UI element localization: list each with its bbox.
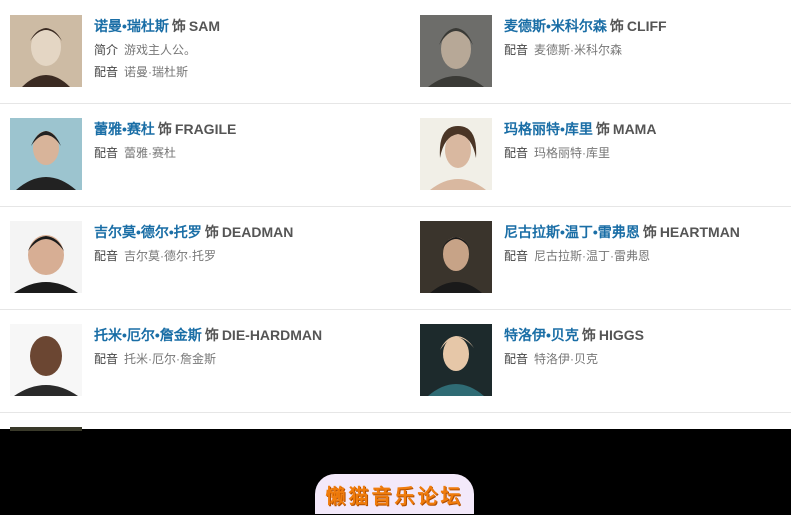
forum-logo[interactable]: 懒猫音乐论坛 xyxy=(315,474,474,514)
cast-card[interactable]: 吉尔莫•德尔•托罗饰 DEADMAN 配音 吉尔莫·德尔·托罗 xyxy=(10,206,390,309)
cast-info: 蕾雅•赛杜饰 FRAGILE 配音 蕾雅·赛杜 xyxy=(94,119,384,161)
cast-card[interactable]: 托米•厄尔•詹金斯饰 DIE-HARDMAN 配音 托米·厄尔·詹金斯 xyxy=(10,309,390,412)
actor-photo[interactable] xyxy=(10,15,82,87)
detail-value: 诺曼·瑞杜斯 xyxy=(124,65,189,79)
detail-value: 托米·厄尔·詹金斯 xyxy=(124,352,217,366)
cast-card[interactable]: 特洛伊•贝克饰 HIGGS 配音 特洛伊·贝克 xyxy=(420,309,791,412)
detail-key: 配音 xyxy=(94,249,119,263)
cast-title: 托米•厄尔•詹金斯饰 DIE-HARDMAN xyxy=(94,325,384,345)
actor-name-link[interactable]: 托米•厄尔•詹金斯 xyxy=(94,327,202,343)
photo-face xyxy=(30,336,62,376)
detail-key: 配音 xyxy=(94,146,119,160)
actor-photo[interactable] xyxy=(10,118,82,190)
role-name: MAMA xyxy=(612,121,657,137)
actor-name-link[interactable]: 特洛伊•贝克 xyxy=(504,327,579,343)
actor-photo[interactable] xyxy=(10,324,82,396)
cast-title: 吉尔莫•德尔•托罗饰 DEADMAN xyxy=(94,222,384,242)
detail-key: 配音 xyxy=(504,146,529,160)
detail-value: 蕾雅·赛杜 xyxy=(124,146,177,160)
as-label: 饰 xyxy=(204,224,219,240)
detail-line: 配音 托米·厄尔·詹金斯 xyxy=(94,351,384,367)
detail-line: 配音 玛格丽特·库里 xyxy=(504,145,791,161)
detail-key: 配音 xyxy=(94,352,119,366)
forum-logo-text: 懒猫音乐论坛 xyxy=(325,484,464,508)
actor-name-link[interactable]: 麦德斯•米科尔森 xyxy=(504,18,607,34)
role-name: DIE-HARDMAN xyxy=(221,327,323,343)
cast-info: 诺曼•瑞杜斯饰 SAM 简介 游戏主人公。 配音 诺曼·瑞杜斯 xyxy=(94,16,384,80)
photo-face xyxy=(28,235,64,275)
next-photo-edge xyxy=(10,427,82,431)
as-label: 饰 xyxy=(157,121,172,137)
cast-card[interactable]: 玛格丽特•库里饰 MAMA 配音 玛格丽特·库里 xyxy=(420,103,791,206)
detail-line: 简介 游戏主人公。 xyxy=(94,42,384,58)
detail-key: 配音 xyxy=(504,249,529,263)
detail-key: 配音 xyxy=(504,352,529,366)
as-label: 饰 xyxy=(609,18,624,34)
cast-info: 尼古拉斯•温丁•雷弗恩饰 HEARTMAN 配音 尼古拉斯·温丁·雷弗恩 xyxy=(504,222,791,264)
role-name: HEARTMAN xyxy=(659,224,740,240)
cast-row: 吉尔莫•德尔•托罗饰 DEADMAN 配音 吉尔莫·德尔·托罗 尼古拉斯•温丁•雷弗… xyxy=(0,206,791,310)
actor-photo[interactable] xyxy=(10,221,82,293)
detail-line: 配音 尼古拉斯·温丁·雷弗恩 xyxy=(504,248,791,264)
cast-card[interactable]: 尼古拉斯•温丁•雷弗恩饰 HEARTMAN 配音 尼古拉斯·温丁·雷弗恩 xyxy=(420,206,791,309)
photo-face xyxy=(443,337,469,371)
cast-row: 蕾雅•赛杜饰 FRAGILE 配音 蕾雅·赛杜 玛格丽特•库里饰 MAMA 配音 玛格丽… xyxy=(0,103,791,207)
role-name: HIGGS xyxy=(598,327,645,343)
cast-card[interactable]: 麦德斯•米科尔森饰 CLIFF 配音 麦德斯·米科尔森 xyxy=(420,0,791,103)
role-name: FRAGILE xyxy=(174,121,237,137)
detail-value: 特洛伊·贝克 xyxy=(534,352,599,366)
actor-name-link[interactable]: 吉尔莫•德尔•托罗 xyxy=(94,224,202,240)
actor-photo[interactable] xyxy=(420,221,492,293)
role-name: CLIFF xyxy=(626,18,667,34)
cast-card[interactable]: 蕾雅•赛杜饰 FRAGILE 配音 蕾雅·赛杜 xyxy=(10,103,390,206)
cast-title: 诺曼•瑞杜斯饰 SAM xyxy=(94,16,384,36)
cast-card[interactable]: 诺曼•瑞杜斯饰 SAM 简介 游戏主人公。 配音 诺曼·瑞杜斯 xyxy=(10,0,390,103)
footer-bar: 懒猫音乐论坛 xyxy=(0,427,791,515)
detail-key: 配音 xyxy=(94,65,119,79)
detail-value: 麦德斯·米科尔森 xyxy=(534,43,623,57)
detail-line: 配音 诺曼·瑞杜斯 xyxy=(94,64,384,80)
actor-name-link[interactable]: 蕾雅•赛杜 xyxy=(94,121,155,137)
cast-title: 特洛伊•贝克饰 HIGGS xyxy=(504,325,791,345)
role-name: DEADMAN xyxy=(221,224,294,240)
cast-title: 玛格丽特•库里饰 MAMA xyxy=(504,119,791,139)
cast-title: 麦德斯•米科尔森饰 CLIFF xyxy=(504,16,791,36)
role-name: SAM xyxy=(188,18,221,34)
detail-value: 吉尔莫·德尔·托罗 xyxy=(124,249,217,263)
actor-name-link[interactable]: 玛格丽特•库里 xyxy=(504,121,593,137)
actor-name-link[interactable]: 诺曼•瑞杜斯 xyxy=(94,18,169,34)
detail-value: 游戏主人公。 xyxy=(124,43,197,57)
actor-photo[interactable] xyxy=(420,118,492,190)
actor-photo[interactable] xyxy=(420,15,492,87)
actor-photo[interactable] xyxy=(420,324,492,396)
cast-row: 诺曼•瑞杜斯饰 SAM 简介 游戏主人公。 配音 诺曼·瑞杜斯 麦德斯•米科尔森饰 CL… xyxy=(0,0,791,104)
detail-key: 简介 xyxy=(94,43,119,57)
as-label: 饰 xyxy=(204,327,219,343)
cast-info: 托米•厄尔•詹金斯饰 DIE-HARDMAN 配音 托米·厄尔·詹金斯 xyxy=(94,325,384,367)
detail-line: 配音 蕾雅·赛杜 xyxy=(94,145,384,161)
cast-row: 托米•厄尔•詹金斯饰 DIE-HARDMAN 配音 托米·厄尔·詹金斯 特洛伊•贝克… xyxy=(0,309,791,413)
detail-key: 配音 xyxy=(504,43,529,57)
cast-info: 特洛伊•贝克饰 HIGGS 配音 特洛伊·贝克 xyxy=(504,325,791,367)
photo-face xyxy=(33,131,59,165)
as-label: 饰 xyxy=(581,327,596,343)
as-label: 饰 xyxy=(595,121,610,137)
cast-info: 玛格丽特•库里饰 MAMA 配音 玛格丽特·库里 xyxy=(504,119,791,161)
as-label: 饰 xyxy=(642,224,657,240)
cast-title: 尼古拉斯•温丁•雷弗恩饰 HEARTMAN xyxy=(504,222,791,242)
detail-value: 尼古拉斯·温丁·雷弗恩 xyxy=(534,249,651,263)
detail-value: 玛格丽特·库里 xyxy=(534,146,611,160)
as-label: 饰 xyxy=(171,18,186,34)
detail-line: 配音 特洛伊·贝克 xyxy=(504,351,791,367)
cast-info: 麦德斯•米科尔森饰 CLIFF 配音 麦德斯·米科尔森 xyxy=(504,16,791,58)
cast-info: 吉尔莫•德尔•托罗饰 DEADMAN 配音 吉尔莫·德尔·托罗 xyxy=(94,222,384,264)
detail-line: 配音 麦德斯·米科尔森 xyxy=(504,42,791,58)
actor-name-link[interactable]: 尼古拉斯•温丁•雷弗恩 xyxy=(504,224,640,240)
detail-line: 配音 吉尔莫·德尔·托罗 xyxy=(94,248,384,264)
cast-title: 蕾雅•赛杜饰 FRAGILE xyxy=(94,119,384,139)
